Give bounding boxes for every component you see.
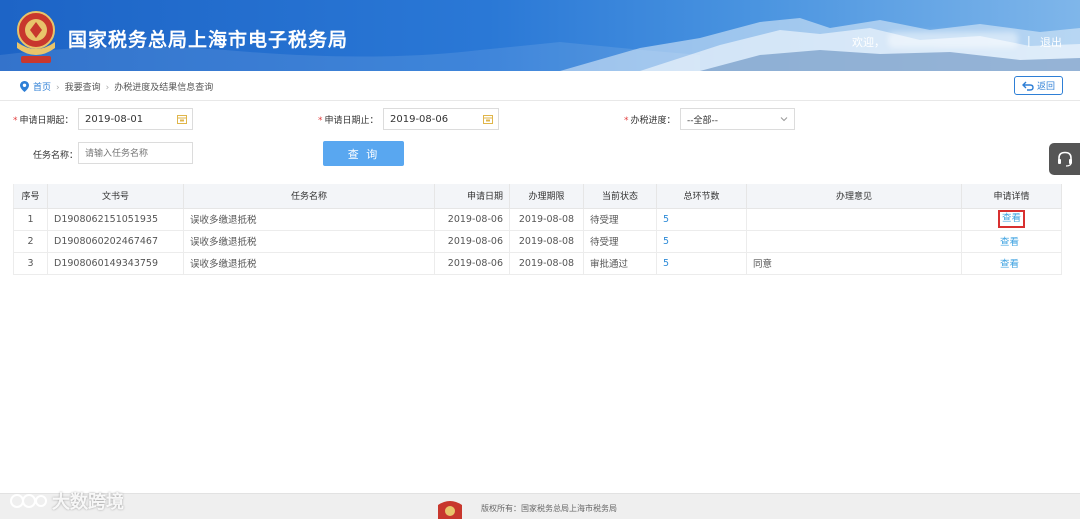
calendar-icon[interactable] — [483, 114, 493, 124]
date-start-value: 2019-08-01 — [85, 113, 144, 125]
row-status: 审批通过 — [583, 252, 657, 275]
col-header-status: 当前状态 — [583, 184, 657, 209]
table-row: 1 D1908062151051935 误收多缴退抵税 2019-08-06 2… — [13, 208, 1062, 231]
row-detail-cell: 查看 — [961, 252, 1062, 275]
customer-service-button[interactable] — [1049, 143, 1080, 175]
date-end-value: 2019-08-06 — [390, 113, 449, 125]
back-arrow-icon — [1021, 81, 1034, 91]
watermark: 大数跨境 — [8, 488, 124, 514]
row-apply-date: 2019-08-06 — [434, 230, 510, 253]
col-header-doc-no: 文书号 — [47, 184, 184, 209]
back-button[interactable]: 返回 — [1014, 76, 1063, 95]
site-header: 国家税务总局上海市电子税务局 欢迎， | 退出 — [0, 0, 1080, 71]
table-header-row: 序号 文书号 任务名称 申请日期 办理期限 当前状态 总环节数 办理意见 申请详… — [13, 184, 1062, 209]
task-name-label: 任务名称： — [33, 151, 79, 161]
date-end-label: * 申请日期止： — [318, 116, 379, 126]
breadcrumb-separator: › — [56, 83, 60, 93]
col-header-deadline: 办理期限 — [509, 184, 584, 209]
view-detail-link[interactable]: 查看 — [997, 210, 1025, 228]
watermark-logo-icon — [10, 494, 47, 508]
breadcrumb-home-link[interactable]: 首页 — [33, 83, 51, 93]
col-header-index: 序号 — [13, 184, 48, 209]
col-header-apply-date: 申请日期 — [434, 184, 510, 209]
location-pin-icon — [20, 81, 29, 92]
row-index: 2 — [13, 230, 48, 253]
row-deadline: 2019-08-08 — [509, 230, 584, 253]
calendar-icon[interactable] — [177, 114, 187, 124]
row-total-steps-link[interactable]: 5 — [656, 252, 747, 275]
view-detail-link[interactable]: 查看 — [1000, 237, 1019, 248]
results-table: 序号 文书号 任务名称 申请日期 办理期限 当前状态 总环节数 办理意见 申请详… — [13, 184, 1062, 275]
row-apply-date: 2019-08-06 — [434, 208, 510, 231]
row-status: 待受理 — [583, 208, 657, 231]
row-total-steps-link[interactable]: 5 — [656, 230, 747, 253]
date-start-label: * 申请日期起： — [13, 116, 74, 126]
col-header-total-steps: 总环节数 — [656, 184, 747, 209]
breadcrumb-separator: › — [105, 83, 110, 93]
col-header-detail: 申请详情 — [961, 184, 1062, 209]
row-index: 1 — [13, 208, 48, 231]
row-doc-no: D1908060202467467 — [47, 230, 184, 253]
breadcrumb-current-page: 办税进度及结果信息查询 — [114, 83, 214, 93]
query-button[interactable]: 查 询 — [323, 141, 404, 166]
col-header-opinion: 办理意见 — [746, 184, 962, 209]
row-deadline: 2019-08-08 — [509, 252, 584, 275]
row-deadline: 2019-08-08 — [509, 208, 584, 231]
headset-icon — [1057, 151, 1072, 167]
tax-bureau-emblem-icon — [17, 11, 55, 63]
site-title: 国家税务总局上海市电子税务局 — [68, 29, 349, 51]
progress-select[interactable]: --全部-- — [680, 108, 795, 130]
watermark-text: 大数跨境 — [52, 492, 124, 513]
row-status: 待受理 — [583, 230, 657, 253]
row-task-name: 误收多缴退抵税 — [183, 252, 435, 275]
tax-bureau-emblem-icon — [438, 501, 462, 519]
row-task-name: 误收多缴退抵税 — [183, 208, 435, 231]
row-detail-cell: 查看 — [961, 230, 1062, 253]
header-separator: | — [1027, 34, 1031, 47]
breadcrumb-my-query-link[interactable]: 我要查询 — [65, 83, 101, 93]
row-total-steps-link[interactable]: 5 — [656, 208, 747, 231]
welcome-text: 欢迎， — [852, 36, 885, 49]
row-doc-no: D1908062151051935 — [47, 208, 184, 231]
progress-selected-value: --全部-- — [687, 115, 718, 126]
col-header-task-name: 任务名称 — [183, 184, 435, 209]
chevron-down-icon — [780, 117, 788, 122]
table-row: 2 D1908060202467467 误收多缴退抵税 2019-08-06 2… — [13, 230, 1062, 253]
row-index: 3 — [13, 252, 48, 275]
row-apply-date: 2019-08-06 — [434, 252, 510, 275]
row-doc-no: D1908060149343759 — [47, 252, 184, 275]
table-row: 3 D1908060149343759 误收多缴退抵税 2019-08-06 2… — [13, 252, 1062, 275]
copyright-text: 版权所有：国家税务总局上海市税务局 — [481, 504, 617, 513]
date-end-field[interactable]: 2019-08-06 — [383, 108, 499, 130]
view-detail-link[interactable]: 查看 — [1000, 259, 1019, 270]
breadcrumb: 首页 › 我要查询 › 办税进度及结果信息查询 — [20, 80, 213, 93]
breadcrumb-divider — [0, 100, 1080, 101]
back-button-label: 返回 — [1036, 82, 1055, 92]
row-opinion — [746, 208, 962, 231]
row-opinion: 同意 — [746, 252, 962, 275]
date-start-field[interactable]: 2019-08-01 — [78, 108, 193, 130]
progress-label: * 办税进度： — [624, 116, 676, 126]
row-opinion — [746, 230, 962, 253]
row-detail-cell: 查看 — [961, 208, 1062, 231]
blurred-username — [888, 32, 1018, 48]
logout-link[interactable]: 退出 — [1040, 34, 1062, 50]
task-name-input[interactable] — [78, 142, 193, 164]
page-footer: 版权所有：国家税务总局上海市税务局 — [0, 493, 1080, 519]
row-task-name: 误收多缴退抵税 — [183, 230, 435, 253]
